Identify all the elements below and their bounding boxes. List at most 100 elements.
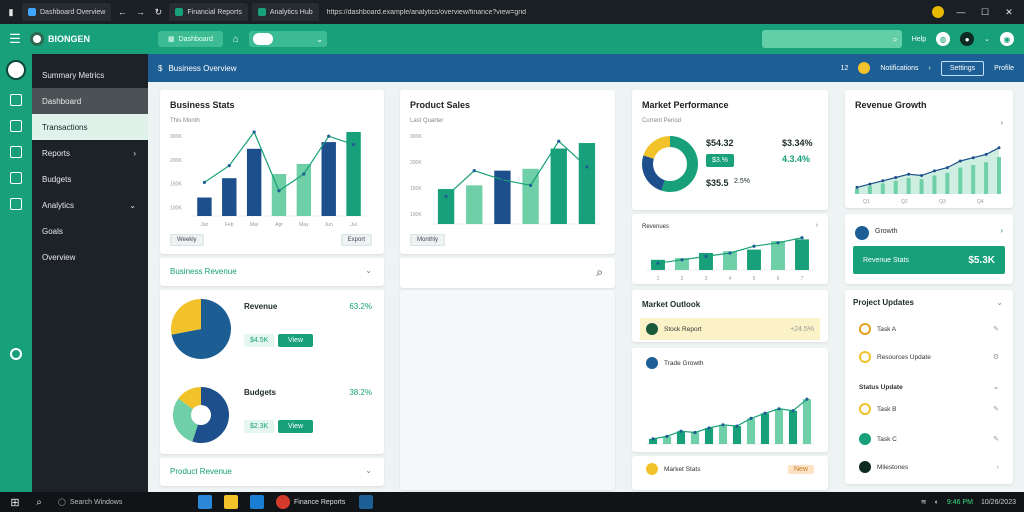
task-icon [859, 323, 871, 335]
trend-point [227, 164, 231, 168]
file-explorer-icon[interactable] [198, 495, 212, 509]
chevron-right-icon[interactable]: › [997, 464, 999, 471]
sidebar-item-reports[interactable]: Reports › [32, 140, 148, 166]
period-select[interactable]: Weekly [170, 234, 204, 246]
back-icon[interactable]: ← [115, 5, 129, 19]
brand-logo-icon [30, 32, 44, 46]
chevron-down-icon[interactable]: › [929, 65, 931, 72]
trend-point [791, 409, 795, 413]
maximize-icon[interactable]: ☐ [978, 5, 992, 19]
sidebar-item-goals[interactable]: Goals [32, 218, 148, 244]
profile-link[interactable]: Profile [994, 65, 1014, 72]
reload-icon[interactable]: ↻ [151, 5, 165, 19]
user-avatar[interactable] [6, 60, 26, 80]
browser-icon[interactable] [276, 495, 290, 509]
hamburger-icon[interactable]: ☰ [0, 31, 30, 47]
edit-icon[interactable]: ✎ [993, 405, 999, 413]
chart-bar [760, 413, 770, 444]
folder-icon[interactable] [10, 146, 22, 158]
notifications-link[interactable]: Notifications [880, 65, 918, 72]
browser-tab-3[interactable]: Analytics Hub [251, 3, 319, 21]
calendar-icon[interactable] [10, 94, 22, 106]
settings-button[interactable]: Settings [940, 60, 985, 76]
edge-icon[interactable] [250, 495, 264, 509]
grid-icon: ▦ [168, 36, 175, 43]
export-button[interactable]: Export [340, 234, 372, 246]
notifications-icon[interactable]: ● [960, 32, 975, 46]
growth-metrics-banner[interactable]: Revenue Stats $5.3K [853, 246, 1005, 274]
sidebar-item-budgets[interactable]: Budgets [32, 166, 148, 192]
browser-menu-icon[interactable]: ▮ [4, 5, 18, 19]
help-link[interactable]: Help [912, 36, 926, 43]
list-item[interactable]: Stock Report +24.5% [640, 318, 820, 340]
milestone-icon [859, 461, 871, 473]
status-ring-icon[interactable] [10, 348, 22, 360]
view-button[interactable]: View [278, 334, 314, 347]
notification-count[interactable]: 12 [841, 65, 849, 72]
sidebar-item-dashboard[interactable]: Dashboard [32, 88, 148, 114]
edit-icon[interactable]: ✎ [993, 435, 999, 443]
sidebar-item-summary[interactable]: Summary Metrics [32, 62, 148, 88]
trend-point [351, 143, 356, 147]
gear-icon[interactable]: ⚙ [993, 353, 999, 361]
store-icon[interactable] [359, 495, 374, 509]
pie-row-percent: 63.2% [349, 302, 372, 311]
chevron-down-icon[interactable]: ⌄ [984, 35, 990, 43]
list-item[interactable]: Trade Growth [640, 352, 820, 374]
chart-bar [746, 418, 756, 444]
sidebar-item-analytics[interactable]: Analytics ⌄ [32, 192, 148, 218]
browser-tab-2[interactable]: Financial Reports [169, 3, 248, 21]
period-select[interactable]: Monthly [410, 234, 446, 246]
trend-point [252, 130, 256, 134]
list-item[interactable]: Task A ✎ [853, 318, 1005, 340]
x-tick-label: Jan [200, 222, 208, 228]
mail-icon[interactable] [10, 198, 22, 210]
extension-icon[interactable] [932, 6, 944, 18]
clock-time[interactable]: 9:46 PM [947, 499, 973, 506]
dashboard-button[interactable]: ▦ Dashboard [158, 31, 223, 47]
board-icon[interactable] [10, 120, 22, 132]
sidebar-item-transactions[interactable]: Transactions [32, 114, 148, 140]
chevron-down-icon[interactable]: ⌄ [996, 298, 1003, 307]
tools-icon[interactable] [10, 172, 22, 184]
address-bar[interactable]: https://dashboard.example/analytics/over… [327, 9, 757, 16]
list-item[interactable]: Task C ✎ [853, 428, 1005, 450]
edit-icon[interactable]: ✎ [993, 325, 999, 333]
minimize-icon[interactable]: — [954, 5, 968, 19]
close-icon[interactable]: ✕ [1002, 5, 1016, 19]
globe-icon[interactable]: ◍ [936, 32, 951, 46]
view-toggle[interactable]: ⌄ [248, 31, 327, 47]
volume-icon[interactable]: ◐ [935, 499, 939, 506]
search-icon[interactable]: ⌕ [32, 495, 46, 509]
list-item[interactable]: Resources Update ⚙ [853, 346, 1005, 368]
card-subtitle: This Month [170, 118, 200, 124]
taskbar-app-label[interactable]: Finance Reports [294, 499, 345, 506]
taskbar-search[interactable]: ◯ Search Windows [58, 495, 138, 509]
search-input[interactable]: ⌕ [761, 30, 902, 48]
list-item[interactable]: Market Stats New [640, 458, 820, 480]
business-revenue-header[interactable]: Business Revenue ⌄ [160, 258, 384, 286]
browser-tab-1[interactable]: Dashboard Overview [22, 3, 112, 21]
search-icon[interactable]: ⌕ [596, 265, 603, 280]
folder-icon[interactable] [224, 495, 238, 509]
card-title: Business Stats [170, 100, 235, 110]
chevron-right-icon: › [133, 148, 136, 158]
coin-icon[interactable] [858, 62, 871, 74]
avatar[interactable]: ◉ [1000, 32, 1014, 46]
home-icon[interactable]: ⌂ [233, 34, 239, 45]
clock-date[interactable]: 10/26/2023 [981, 499, 1016, 506]
list-item[interactable]: Milestones › [853, 456, 1005, 478]
view-button[interactable]: View [278, 420, 314, 433]
windows-start-icon[interactable]: ⊞ [8, 495, 22, 509]
brand[interactable]: BIONGEN [30, 32, 150, 46]
y-tick-label: 100K [170, 205, 182, 211]
sidebar-item-overview[interactable]: Overview [32, 244, 148, 270]
list-item[interactable]: Task B ✎ [853, 398, 1005, 420]
trend-point [997, 146, 1001, 150]
product-revenue-header[interactable]: Product Revenue ⌄ [160, 458, 384, 486]
wifi-icon[interactable]: ≋ [921, 498, 927, 506]
forward-icon[interactable]: → [133, 5, 147, 19]
chevron-down-icon[interactable]: ⌄ [993, 383, 999, 391]
chevron-right-icon[interactable]: › [1000, 226, 1003, 235]
chevron-right-icon[interactable]: › [816, 222, 818, 229]
